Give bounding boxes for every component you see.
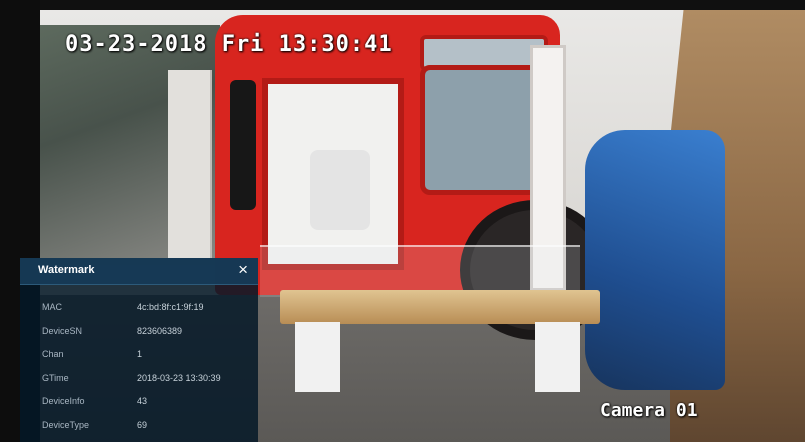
watermark-value: 4c:bd:8f:c1:9f:19	[137, 302, 204, 312]
watermark-row-chan: Chan 1	[20, 345, 258, 369]
watermark-key: GTime	[42, 372, 69, 383]
watermark-value: 69	[137, 419, 148, 430]
letterbox-top	[0, 0, 805, 10]
bus-driver-seat	[310, 150, 370, 230]
watermark-value: 823606389	[137, 325, 183, 336]
white-pillar	[168, 70, 212, 260]
camera-viewport: 03-23-2018 Fri 13:30:41 Camera 01 Waterm…	[0, 0, 805, 442]
watermark-row-mac: MAC 4c:bd:8f:c1:9f:19	[20, 298, 258, 322]
watermark-row-deviceinfo: DeviceInfo 43	[20, 392, 258, 416]
bus-side-window	[230, 80, 256, 210]
watermark-panel-header: Watermark ×	[20, 258, 258, 285]
watermark-row-devicetype: DeviceType 69	[20, 416, 258, 440]
watermark-key: DeviceSN	[42, 325, 83, 336]
osd-camera-name: Camera 01	[600, 400, 698, 421]
watermark-key: Chan	[42, 349, 64, 359]
watermark-value: 2018-03-23 13:30:39	[137, 372, 221, 383]
watermark-key: DeviceType	[42, 419, 90, 430]
watermark-row-devicesn: DeviceSN 823606389	[20, 322, 258, 346]
watermark-key: DeviceInfo	[42, 396, 85, 406]
watermark-row-gtime: GTime 2018-03-23 13:30:39	[20, 369, 258, 393]
bench-leg-right	[535, 322, 580, 392]
close-icon[interactable]: ×	[238, 260, 248, 280]
watermark-value: 1	[137, 349, 143, 359]
watermark-panel-title: Watermark	[38, 264, 95, 276]
wooden-bench-seat	[280, 290, 600, 324]
bench-leg-left	[295, 322, 340, 392]
watermark-panel: Watermark × MAC 4c:bd:8f:c1:9f:19 Device…	[20, 258, 258, 442]
watermark-info-list: MAC 4c:bd:8f:c1:9f:19 DeviceSN 823606389…	[20, 298, 258, 439]
watermark-value: 43	[137, 396, 148, 406]
blue-car-mural	[585, 130, 725, 390]
osd-timestamp: 03-23-2018 Fri 13:30:41	[65, 32, 393, 57]
watermark-key: MAC	[42, 302, 62, 312]
